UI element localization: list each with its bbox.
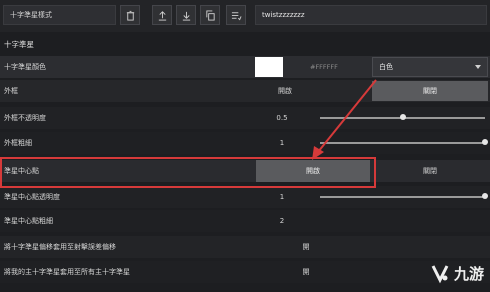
watermark-logo-icon (431, 265, 449, 284)
annotation-arrow (312, 79, 377, 160)
watermark: 九游 (429, 262, 484, 284)
watermark-text: 九游 (453, 264, 484, 283)
